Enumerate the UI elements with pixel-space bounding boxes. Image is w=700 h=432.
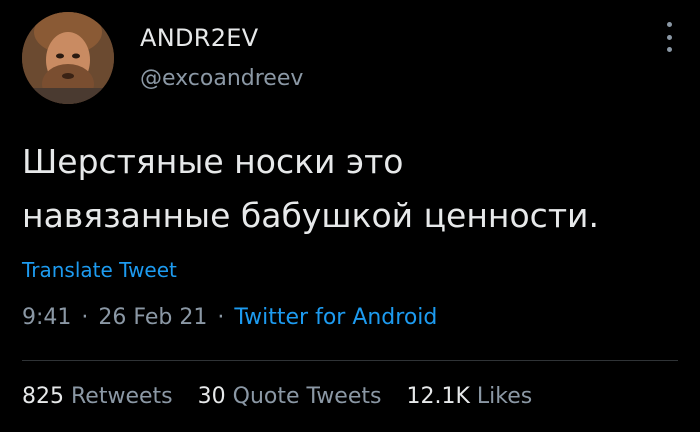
author-name[interactable]: ANDR2EV [140, 24, 258, 52]
tweet-line: Шерстяные носки это [22, 142, 404, 181]
quote-tweets-label: Quote Tweets [232, 384, 382, 409]
tweet-source-link[interactable]: Twitter for Android [234, 305, 437, 330]
quote-tweets-stat[interactable]: 30 Quote Tweets [198, 384, 382, 409]
avatar-image [22, 12, 114, 104]
more-vertical-icon[interactable] [662, 22, 676, 52]
avatar[interactable] [22, 12, 114, 104]
separator-dot: · [217, 305, 225, 330]
tweet-meta: 9:41 · 26 Feb 21 · Twitter for Android [22, 305, 437, 330]
quote-tweets-count: 30 [197, 384, 226, 409]
tweet-line: навязанные бабушкой ценности. [22, 196, 599, 235]
retweets-count: 825 [22, 384, 64, 409]
retweets-label: Retweets [71, 384, 173, 409]
translate-tweet-link[interactable]: Translate Tweet [22, 258, 177, 282]
author-handle[interactable]: @excoandreev [140, 66, 303, 91]
retweets-stat[interactable]: 825 Retweets [22, 384, 173, 409]
more-dot [666, 34, 672, 40]
likes-stat[interactable]: 12.1K Likes [406, 384, 532, 409]
more-dot [666, 22, 672, 27]
separator-dot: · [81, 305, 89, 330]
tweet-text: Шерстяные носки это навязанные бабушкой … [22, 135, 682, 243]
likes-label: Likes [476, 384, 533, 409]
likes-count: 12.1K [406, 384, 470, 409]
tweet-stats: 825 Retweets 30 Quote Tweets 12.1K Likes [22, 384, 550, 409]
tweet-time: 9:41 [22, 305, 72, 330]
tweet-date: 26 Feb 21 [98, 305, 208, 330]
more-dot [666, 47, 672, 52]
divider [22, 360, 678, 361]
